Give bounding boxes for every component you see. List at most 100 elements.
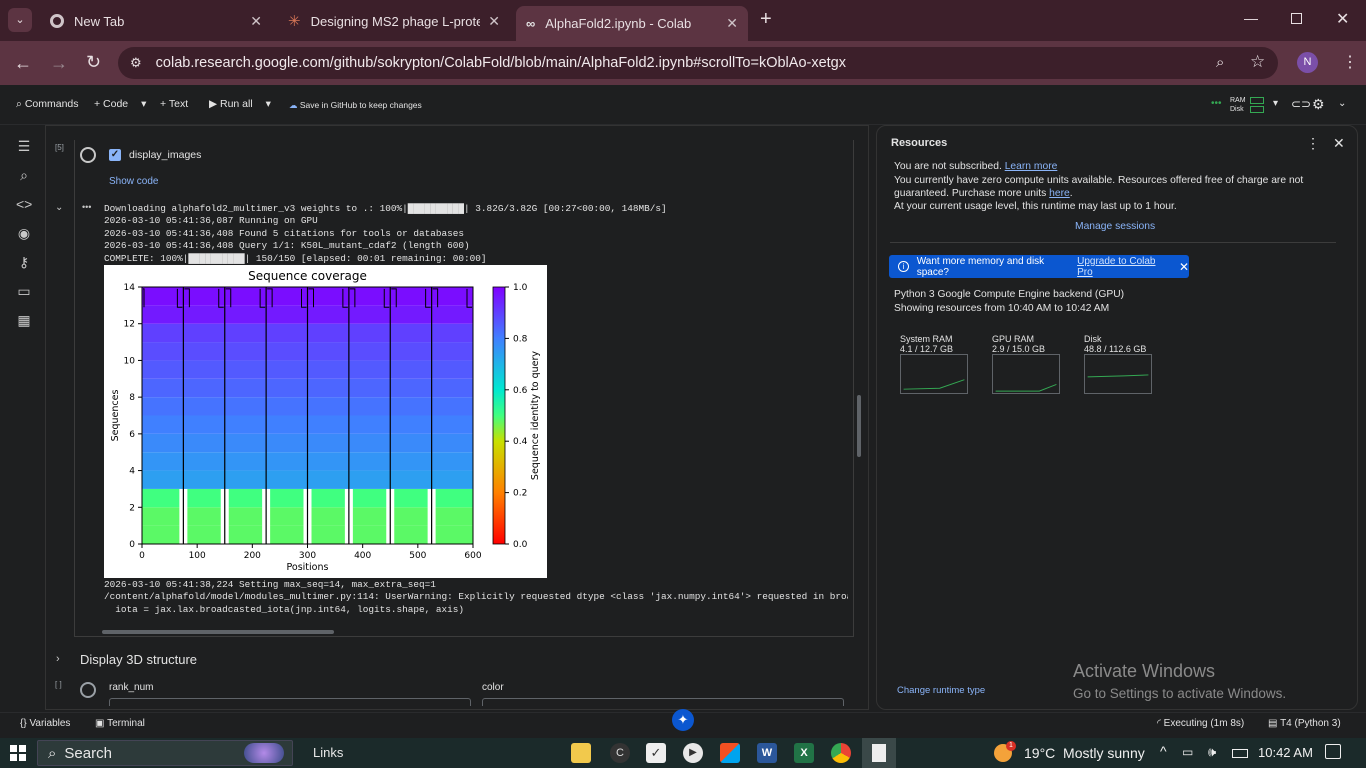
app-icon-check[interactable]: ✓ [646,743,666,763]
more-options-icon[interactable]: ⋮ [1306,135,1320,152]
restore-button[interactable] [1291,13,1302,24]
tab-new-tab[interactable]: New Tab ✕ [40,6,272,36]
vertical-scrollbar[interactable] [857,395,861,457]
colab-icon: ∞ [526,16,536,31]
heatmap-cell [142,360,184,379]
battery-icon[interactable] [1232,749,1248,758]
close-icon[interactable]: ✕ [488,13,500,30]
volume-icon[interactable]: 🕪 [1208,744,1216,760]
units-text: You currently have zero compute units av… [894,175,1304,199]
avatar[interactable]: N [1297,52,1318,73]
minimize-button[interactable]: — [1244,10,1258,26]
excel-icon[interactable]: X [794,743,814,763]
settings-gear-icon[interactable]: ⚙ [1312,96,1325,113]
resource-meter[interactable]: RAM Disk [1230,96,1246,114]
link-icon[interactable]: ⊂⊃ [1291,97,1311,111]
heatmap-cell [142,433,184,453]
weather-text[interactable]: 19°C Mostly sunny [1024,745,1145,761]
run-all-button[interactable]: ▶ Run all ▾ [209,98,271,110]
chevron-down-icon[interactable]: ⌄ [1338,98,1346,109]
heatmap-cell [183,378,225,398]
file-explorer-icon[interactable] [571,743,591,763]
chrome-icon[interactable] [831,743,851,763]
folder-icon[interactable]: ▭ [16,283,32,299]
change-runtime-link[interactable]: Change runtime type [897,685,985,696]
omnibox[interactable]: ⚙ colab.research.google.com/github/sokry… [118,47,1278,79]
heatmap-cell [266,323,308,343]
browser-menu-icon[interactable]: ⋮ [1342,52,1358,72]
taskbar-search[interactable]: ⌕ Search [37,740,293,766]
claude-icon: ✳ [288,13,301,30]
close-window-button[interactable]: ✕ [1336,9,1349,29]
clock-time[interactable]: 10:42 AM [1258,745,1313,760]
heatmap-cell [183,397,225,416]
add-text-button[interactable]: + Text [160,98,188,110]
app-icon-c[interactable]: C [610,743,630,763]
tab-colab[interactable]: ∞ AlphaFold2.ipynb - Colab ✕ [516,6,748,41]
close-icon[interactable]: ✕ [726,15,738,32]
tab-search-button[interactable]: ⌄ [8,8,32,32]
manage-sessions-link[interactable]: Manage sessions [1075,221,1155,232]
heatmap-cell [307,305,349,324]
chevron-down-icon[interactable]: ▾ [141,98,146,110]
variables-button[interactable]: {} Variables [20,718,70,729]
output-menu-icon[interactable]: ••• [82,202,91,212]
heatmap-cell [390,452,432,471]
chevron-down-icon[interactable]: ▾ [266,98,271,110]
tray-chevron-icon[interactable]: ^ [1160,743,1167,759]
horizontal-scrollbar[interactable] [102,630,334,634]
commands-button[interactable]: ⌕ Commands [16,98,79,111]
run-cell-button[interactable] [80,682,96,698]
add-code-button[interactable]: + Code ▾ [94,98,146,110]
back-icon[interactable]: ← [14,53,32,74]
rank-num-field[interactable] [109,698,471,706]
terminal-icon: ▣ [95,718,105,729]
gemini-button[interactable]: ✦ [672,709,694,731]
close-icon[interactable]: ✕ [1179,260,1189,274]
runtime-status[interactable]: ▤ T4 (Python 3) [1268,718,1341,729]
output-line: 2026-03-10 05:41:38,224 Setting max_seq=… [104,579,436,590]
media-player-icon[interactable]: ▶ [683,743,703,763]
output-line: 2026-03-10 05:41:36,087 Running on GPU [104,215,318,227]
display-images-checkbox[interactable]: ✓ [109,149,121,161]
toc-icon[interactable]: ☰ [16,138,32,154]
forward-icon[interactable]: → [50,53,68,74]
active-app-highlight[interactable] [862,738,896,768]
new-tab-button[interactable]: + [760,8,772,31]
find-icon[interactable]: ⌕ [16,167,32,183]
bookmark-star-icon[interactable]: ☆ [1250,52,1265,72]
terminal-button[interactable]: ▣ Terminal [95,718,145,729]
word-icon[interactable]: W [757,743,777,763]
upgrade-link[interactable]: Upgrade to Colab Pro [1077,256,1171,278]
terminal-grid-icon[interactable]: ▦ [16,312,32,328]
expand-section-icon[interactable]: › [56,653,60,665]
code-snippets-icon[interactable]: <> [16,196,32,212]
heatmap-cell [431,378,473,398]
notifications-icon[interactable] [1325,744,1341,759]
heatmap-cell [431,360,473,379]
network-icon[interactable]: ▭ [1182,745,1193,759]
reload-icon[interactable]: ↻ [86,52,101,73]
tab-designing[interactable]: ✳ Designing MS2 phage L-protein ✕ [278,6,510,36]
store-icon[interactable] [720,743,740,763]
variables-inspector-icon[interactable]: ◉ [16,225,32,241]
here-link[interactable]: here [1049,188,1070,199]
collapse-output-icon[interactable]: ⌄ [55,202,63,213]
links-toolbar[interactable]: Links [313,745,343,760]
run-cell-button[interactable] [80,147,96,163]
heatmap-cell [431,397,473,416]
heatmap-cell [431,415,473,434]
learn-more-link[interactable]: Learn more [1005,161,1058,172]
windows-start-icon[interactable] [10,745,26,761]
key-icon[interactable]: ⚷ [16,254,32,270]
zoom-icon[interactable]: ⌕ [1216,54,1224,71]
output-line: COMPLETE: 100%|██████████| 150/150 [elap… [104,252,487,264]
y-tick-label: 12 [124,320,135,330]
show-code-link[interactable]: Show code [109,176,158,187]
close-panel-icon[interactable]: ✕ [1333,135,1345,152]
chevron-down-icon[interactable]: ▾ [1273,98,1278,109]
color-field[interactable] [482,698,844,706]
site-info-icon[interactable]: ⚙ [130,55,142,71]
save-github-button[interactable]: ☁ Save in GitHub to keep changes [289,100,422,111]
close-icon[interactable]: ✕ [250,13,262,30]
